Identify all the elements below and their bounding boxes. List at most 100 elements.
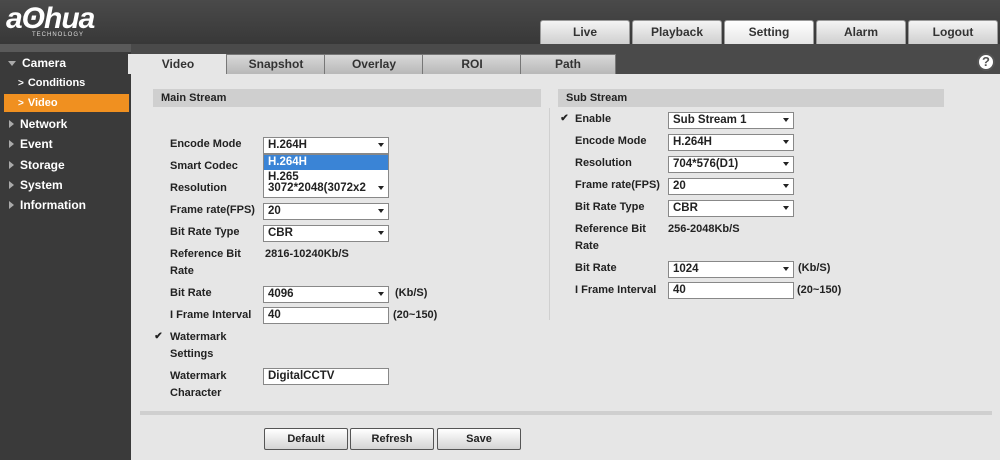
sidebar-item-system[interactable]: System bbox=[0, 175, 131, 195]
watermark-character-label: Watermark bbox=[170, 370, 227, 382]
bit-rate-unit: (Kb/S) bbox=[395, 287, 428, 299]
tab-logout[interactable]: Logout bbox=[908, 20, 998, 44]
sub-iframe-interval-input[interactable]: 40 bbox=[668, 282, 794, 299]
dropdown-arrow-icon bbox=[378, 231, 384, 235]
resolution-value: 3072*2048(3072x2 bbox=[268, 182, 366, 194]
sub-iframe-interval-label: I Frame Interval bbox=[575, 284, 657, 296]
enable-checkbox[interactable]: ✔ bbox=[559, 114, 570, 125]
sub-encode-mode-value: H.264H bbox=[673, 136, 712, 148]
watermark-character-label-line2: Character bbox=[170, 387, 222, 399]
refresh-button[interactable]: Refresh bbox=[350, 428, 434, 450]
watermark-settings-label-line2: Settings bbox=[170, 348, 214, 360]
tab-setting[interactable]: Setting bbox=[724, 20, 814, 44]
sub-reference-bit-rate-value: 256-2048Kb/S bbox=[668, 223, 740, 235]
watermark-settings-label: Watermark bbox=[170, 331, 227, 343]
tab-path[interactable]: Path bbox=[520, 54, 616, 74]
save-button[interactable]: Save bbox=[437, 428, 521, 450]
encode-mode-value: H.264H bbox=[268, 139, 307, 151]
brand-logo: aʘhua bbox=[6, 2, 95, 35]
bit-rate-label: Bit Rate bbox=[170, 287, 212, 299]
sidebar-item-conditions[interactable]: > Conditions bbox=[4, 74, 129, 92]
dropdown-arrow-icon bbox=[783, 118, 789, 122]
column-divider bbox=[549, 108, 550, 320]
sidebar-item-label: Storage bbox=[20, 158, 65, 172]
expand-right-icon bbox=[9, 161, 14, 170]
bit-rate-type-select[interactable]: CBR bbox=[263, 225, 389, 242]
smart-codec-label: Smart Codec bbox=[170, 160, 238, 172]
encode-mode-select[interactable]: H.264H bbox=[263, 137, 389, 154]
sub-frame-rate-select[interactable]: 20 bbox=[668, 178, 794, 195]
sub-bit-rate-value: 1024 bbox=[673, 263, 699, 275]
tab-video[interactable]: Video bbox=[128, 54, 228, 74]
brand-logo-subtitle: TECHNOLOGY bbox=[32, 32, 85, 38]
sidebar-item-label: Event bbox=[20, 137, 53, 151]
tab-snapshot[interactable]: Snapshot bbox=[226, 54, 326, 74]
sub-encode-mode-select[interactable]: H.264H bbox=[668, 134, 794, 151]
dropdown-arrow-icon bbox=[378, 209, 384, 213]
sidebar-item-camera[interactable]: Camera bbox=[0, 53, 131, 73]
sub-bit-rate-label: Bit Rate bbox=[575, 262, 617, 274]
sub-bit-rate-select[interactable]: 1024 bbox=[668, 261, 794, 278]
sub-resolution-label: Resolution bbox=[575, 157, 632, 169]
tab-roi[interactable]: ROI bbox=[422, 54, 522, 74]
tab-alarm[interactable]: Alarm bbox=[816, 20, 906, 44]
expand-down-icon bbox=[8, 60, 16, 66]
sub-frame-rate-value: 20 bbox=[673, 180, 686, 192]
main-stream-header: Main Stream bbox=[153, 89, 541, 107]
reference-bit-rate-label-line2: Rate bbox=[170, 265, 194, 277]
sub-bit-rate-type-value: CBR bbox=[673, 202, 698, 214]
sidebar-item-label: Camera bbox=[22, 56, 67, 70]
expand-right-icon bbox=[9, 201, 14, 210]
dropdown-arrow-icon bbox=[378, 186, 384, 190]
tab-overlay[interactable]: Overlay bbox=[324, 54, 424, 74]
tab-live[interactable]: Live bbox=[540, 20, 630, 44]
dropdown-arrow-icon bbox=[378, 143, 384, 147]
dropdown-arrow-icon bbox=[378, 292, 384, 296]
sidebar-item-label: Conditions bbox=[27, 77, 86, 89]
sub-resolution-select[interactable]: 704*576(D1) bbox=[668, 156, 794, 173]
sub-bit-rate-type-label: Bit Rate Type bbox=[575, 201, 645, 213]
sub-bit-rate-unit: (Kb/S) bbox=[798, 262, 831, 274]
frame-rate-select[interactable]: 20 bbox=[263, 203, 389, 220]
encode-option-h264h[interactable]: H.264H bbox=[264, 155, 388, 170]
reference-bit-rate-label: Reference Bit bbox=[170, 248, 241, 260]
dropdown-arrow-icon bbox=[783, 140, 789, 144]
encode-mode-label: Encode Mode bbox=[170, 138, 242, 150]
sidebar-item-label: Video bbox=[27, 97, 58, 109]
expand-right-icon bbox=[9, 181, 14, 190]
expand-right-icon bbox=[9, 120, 14, 129]
sub-frame-rate-label: Frame rate(FPS) bbox=[575, 179, 660, 191]
sub-stream-select[interactable]: Sub Stream 1 bbox=[668, 112, 794, 129]
iframe-interval-input[interactable]: 40 bbox=[263, 307, 389, 324]
help-icon[interactable]: ? bbox=[977, 53, 995, 71]
sub-resolution-value: 704*576(D1) bbox=[673, 158, 739, 170]
default-button[interactable]: Default bbox=[264, 428, 348, 450]
watermark-checkbox[interactable]: ✔ bbox=[153, 332, 164, 343]
sidebar-item-network[interactable]: Network bbox=[0, 114, 131, 134]
dropdown-arrow-icon bbox=[783, 206, 789, 210]
sidebar-item-label: Network bbox=[20, 117, 68, 131]
watermark-character-input[interactable]: DigitalCCTV bbox=[263, 368, 389, 385]
enable-label: Enable bbox=[575, 113, 612, 125]
sub-stream-header: Sub Stream bbox=[558, 89, 944, 107]
sidebar-item-label: Information bbox=[20, 198, 86, 212]
dropdown-arrow-icon bbox=[783, 267, 789, 271]
dropdown-arrow-icon bbox=[783, 184, 789, 188]
sidebar-item-storage[interactable]: Storage bbox=[0, 155, 131, 175]
bit-rate-type-value: CBR bbox=[268, 227, 293, 239]
sub-reference-bit-rate-label-line2: Rate bbox=[575, 240, 599, 252]
bit-rate-select[interactable]: 4096 bbox=[263, 286, 389, 303]
sidebar-item-label: System bbox=[20, 178, 63, 192]
sidebar-item-event[interactable]: Event bbox=[0, 134, 131, 154]
frame-rate-label: Frame rate(FPS) bbox=[170, 204, 255, 216]
sub-encode-mode-label: Encode Mode bbox=[575, 135, 647, 147]
reference-bit-rate-value: 2816-10240Kb/S bbox=[265, 248, 349, 260]
sub-bit-rate-type-select[interactable]: CBR bbox=[668, 200, 794, 217]
bit-rate-type-label: Bit Rate Type bbox=[170, 226, 240, 238]
chevron-right-icon: > bbox=[18, 98, 24, 109]
resolution-select[interactable]: 3072*2048(3072x2 bbox=[263, 181, 389, 198]
sidebar-item-information[interactable]: Information bbox=[0, 195, 131, 215]
tab-playback[interactable]: Playback bbox=[632, 20, 722, 44]
bottom-separator bbox=[140, 411, 992, 415]
sidebar-item-video[interactable]: > Video bbox=[4, 94, 129, 112]
